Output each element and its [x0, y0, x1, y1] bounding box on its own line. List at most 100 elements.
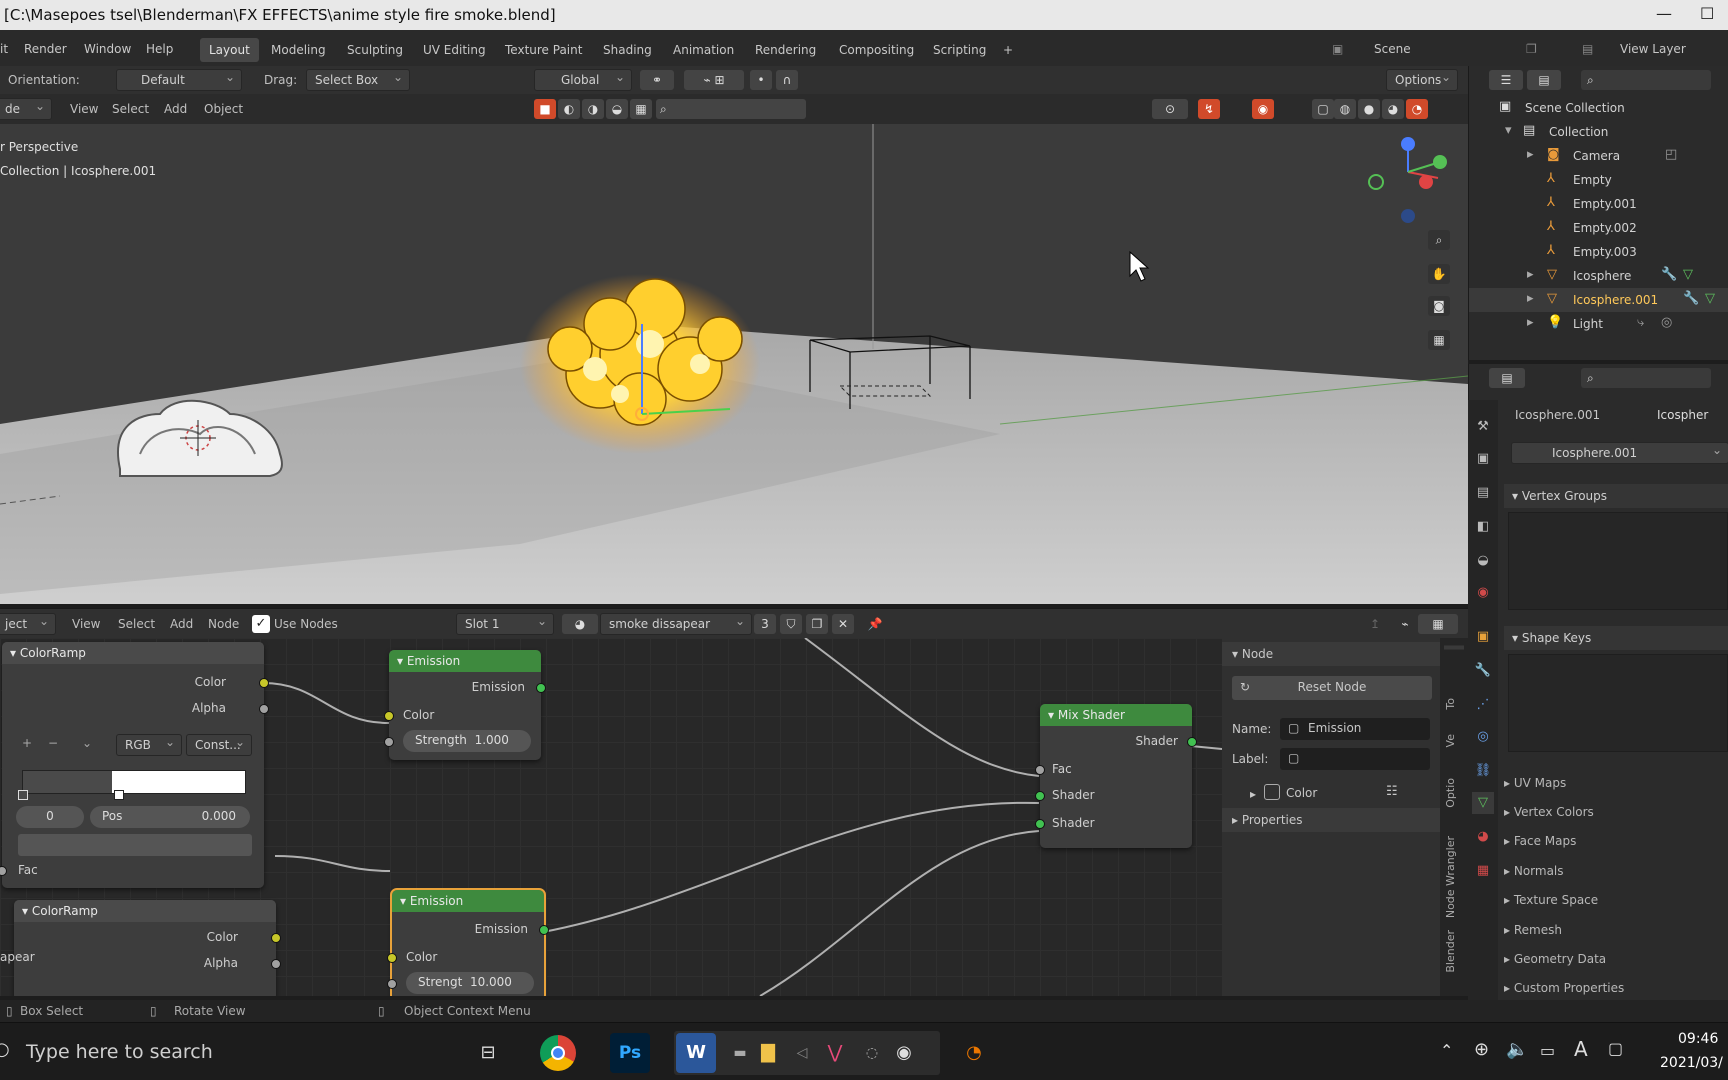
node-section-header[interactable]: ▾ Node: [1222, 642, 1440, 666]
menu-help[interactable]: Help: [146, 42, 173, 56]
search-icon[interactable]: ○: [0, 1039, 10, 1060]
node-menu-view[interactable]: View: [72, 617, 100, 631]
viewport-menu-view[interactable]: View: [70, 102, 98, 116]
input-fac-socket[interactable]: [0, 866, 7, 876]
outliner-item-icosphere-001[interactable]: ▸ ▽ Icosphere.001 🔧 ▽: [1469, 288, 1728, 312]
tab-texture-paint[interactable]: Texture Paint: [496, 38, 591, 62]
xray-icon[interactable]: ▢: [1312, 99, 1334, 119]
scene-tab-icon[interactable]: ◒: [1472, 550, 1494, 572]
colorramp-node-1[interactable]: ▾ ColorRamp Color Alpha + − ⌄ RGB Const.…: [0, 642, 269, 888]
shader-type-dropdown[interactable]: ject: [0, 613, 56, 635]
tab-shading[interactable]: Shading: [594, 38, 661, 62]
node-header[interactable]: ▾ Emission: [389, 650, 541, 672]
viewport-menu-object[interactable]: Object: [204, 102, 243, 116]
color-checkbox[interactable]: [1264, 784, 1280, 800]
panel-custom-properties[interactable]: ▸ Custom Properties: [1504, 981, 1624, 995]
input-fac-socket[interactable]: [1035, 765, 1045, 775]
expand-arrow-icon[interactable]: ▸: [1250, 787, 1256, 801]
mesh-data-icon[interactable]: ▽: [1683, 267, 1693, 282]
list-menu-icon[interactable]: ☷: [1386, 784, 1398, 799]
stop-color-swatch[interactable]: [18, 834, 252, 856]
node-menu-add[interactable]: Add: [170, 617, 193, 631]
fake-user-icon[interactable]: ⛉: [780, 614, 802, 634]
output-alpha-socket[interactable]: [271, 959, 281, 969]
modifiers-tab-icon[interactable]: 🔧: [1472, 660, 1494, 682]
modifier-wrench-icon[interactable]: 🔧: [1683, 291, 1699, 306]
slot-dropdown[interactable]: Slot 1: [456, 613, 554, 635]
expand-arrow-icon[interactable]: ▸: [1527, 147, 1534, 162]
panel-texture-space[interactable]: ▸ Texture Space: [1504, 893, 1598, 907]
filter-world-icon[interactable]: ◒: [606, 99, 628, 119]
remove-stop-icon[interactable]: −: [48, 736, 58, 750]
3d-viewport[interactable]: r Perspective Collection | Icosphere.001…: [0, 124, 1468, 604]
obs-icon[interactable]: ◉: [884, 1033, 924, 1073]
ramp-menu-icon[interactable]: ⌄: [82, 736, 92, 750]
drag-dropdown[interactable]: Select Box: [306, 69, 410, 91]
light-data-icon[interactable]: ◎: [1661, 315, 1672, 330]
overlay-icon[interactable]: ◉: [1252, 99, 1274, 119]
maximize-icon[interactable]: ☐: [1700, 4, 1714, 23]
node-header[interactable]: ▾ ColorRamp: [2, 642, 264, 664]
tool-tab-icon[interactable]: ⚒: [1472, 416, 1494, 438]
view-layer-name[interactable]: View Layer: [1620, 42, 1686, 56]
scene-name[interactable]: Scene: [1374, 42, 1411, 56]
chevron-up-icon[interactable]: ⌃: [1440, 1041, 1453, 1060]
input-language-icon[interactable]: A: [1574, 1037, 1588, 1061]
transform-orientation-dropdown[interactable]: Global: [534, 69, 632, 91]
proportional-edit-icon[interactable]: •: [750, 70, 772, 90]
interpolation-dropdown[interactable]: Const...: [186, 734, 252, 756]
filter-material-icon[interactable]: ◑: [582, 99, 604, 119]
panel-shape-keys[interactable]: ▾ Shape Keys: [1504, 626, 1728, 650]
material-browse-icon[interactable]: ◕: [562, 614, 598, 634]
strength-field[interactable]: Strength 1.000: [403, 730, 531, 752]
filter-mesh-icon[interactable]: ◐: [558, 99, 580, 119]
word-icon[interactable]: W: [676, 1033, 716, 1073]
gizmo-icon[interactable]: ↯: [1198, 99, 1220, 119]
outliner-item-light[interactable]: ▸ 💡 Light ⤷ ◎: [1469, 312, 1728, 336]
shading-rendered-icon[interactable]: ◔: [1406, 99, 1428, 119]
menu-window[interactable]: Window: [84, 42, 131, 56]
unlink-material-icon[interactable]: ✕: [832, 614, 854, 634]
parent-node-icon[interactable]: ↥: [1364, 614, 1386, 634]
user-count[interactable]: 3: [754, 614, 776, 634]
photoshop-icon[interactable]: Ps: [610, 1033, 650, 1073]
stop-position-field[interactable]: Pos 0.000: [90, 806, 250, 828]
outliner-collection[interactable]: ▾ ▤ Collection: [1469, 120, 1728, 144]
node-menu-select[interactable]: Select: [118, 617, 155, 631]
panel-uv-maps[interactable]: ▸ UV Maps: [1504, 776, 1566, 790]
shading-solid-icon[interactable]: ●: [1358, 99, 1380, 119]
mesh-datablock-field[interactable]: Icosphere.001: [1511, 442, 1728, 464]
clock-time[interactable]: 09:46: [1678, 1031, 1718, 1047]
outliner-editor-type-icon[interactable]: ☰: [1489, 70, 1523, 90]
panel-normals[interactable]: ▸ Normals: [1504, 864, 1564, 878]
outliner-search-icon[interactable]: ⌕: [1581, 70, 1711, 90]
color-mode-dropdown[interactable]: RGB: [116, 734, 182, 756]
menu-render[interactable]: Render: [24, 42, 67, 56]
outliner-item-empty-002[interactable]: ⅄ Empty.002: [1469, 216, 1728, 240]
speaker-icon[interactable]: 🔈: [1506, 1039, 1528, 1060]
orientation-dropdown[interactable]: Default: [116, 69, 242, 91]
taskbar-search-input[interactable]: Type here to search: [26, 1041, 213, 1063]
properties-section-header[interactable]: ▸ Properties: [1222, 808, 1440, 832]
viewport-search-icon[interactable]: ⌕: [656, 99, 806, 119]
reset-node-button[interactable]: ↻ Reset Node: [1232, 676, 1432, 700]
properties-search-icon[interactable]: ⌕: [1581, 368, 1711, 388]
tab-node[interactable]: [1444, 646, 1464, 650]
mesh-data-icon[interactable]: ▽: [1705, 291, 1715, 306]
add-workspace-icon[interactable]: +: [994, 38, 1022, 62]
stop-index-field[interactable]: 0: [16, 806, 84, 828]
snapping-icon[interactable]: ⌁: [1394, 614, 1416, 634]
menu-edit-cut[interactable]: it: [0, 42, 8, 56]
node-menu-node[interactable]: Node: [208, 617, 239, 631]
tab-sculpting[interactable]: Sculpting: [338, 38, 412, 62]
scene-new-icon[interactable]: ❐: [1526, 42, 1537, 56]
tab-scripting[interactable]: Scripting: [924, 38, 995, 62]
view-layer-icon[interactable]: ▤: [1582, 42, 1593, 56]
visibility-icon[interactable]: ⊙: [1152, 99, 1188, 119]
pan-hand-icon[interactable]: ✋: [1428, 264, 1450, 284]
expand-arrow-icon[interactable]: ▸: [1527, 315, 1534, 330]
output-shader-socket[interactable]: [1187, 737, 1197, 747]
input-shader1-socket[interactable]: [1035, 791, 1045, 801]
pin-icon[interactable]: 📌: [864, 614, 886, 634]
tab-uv-editing[interactable]: UV Editing: [414, 38, 495, 62]
